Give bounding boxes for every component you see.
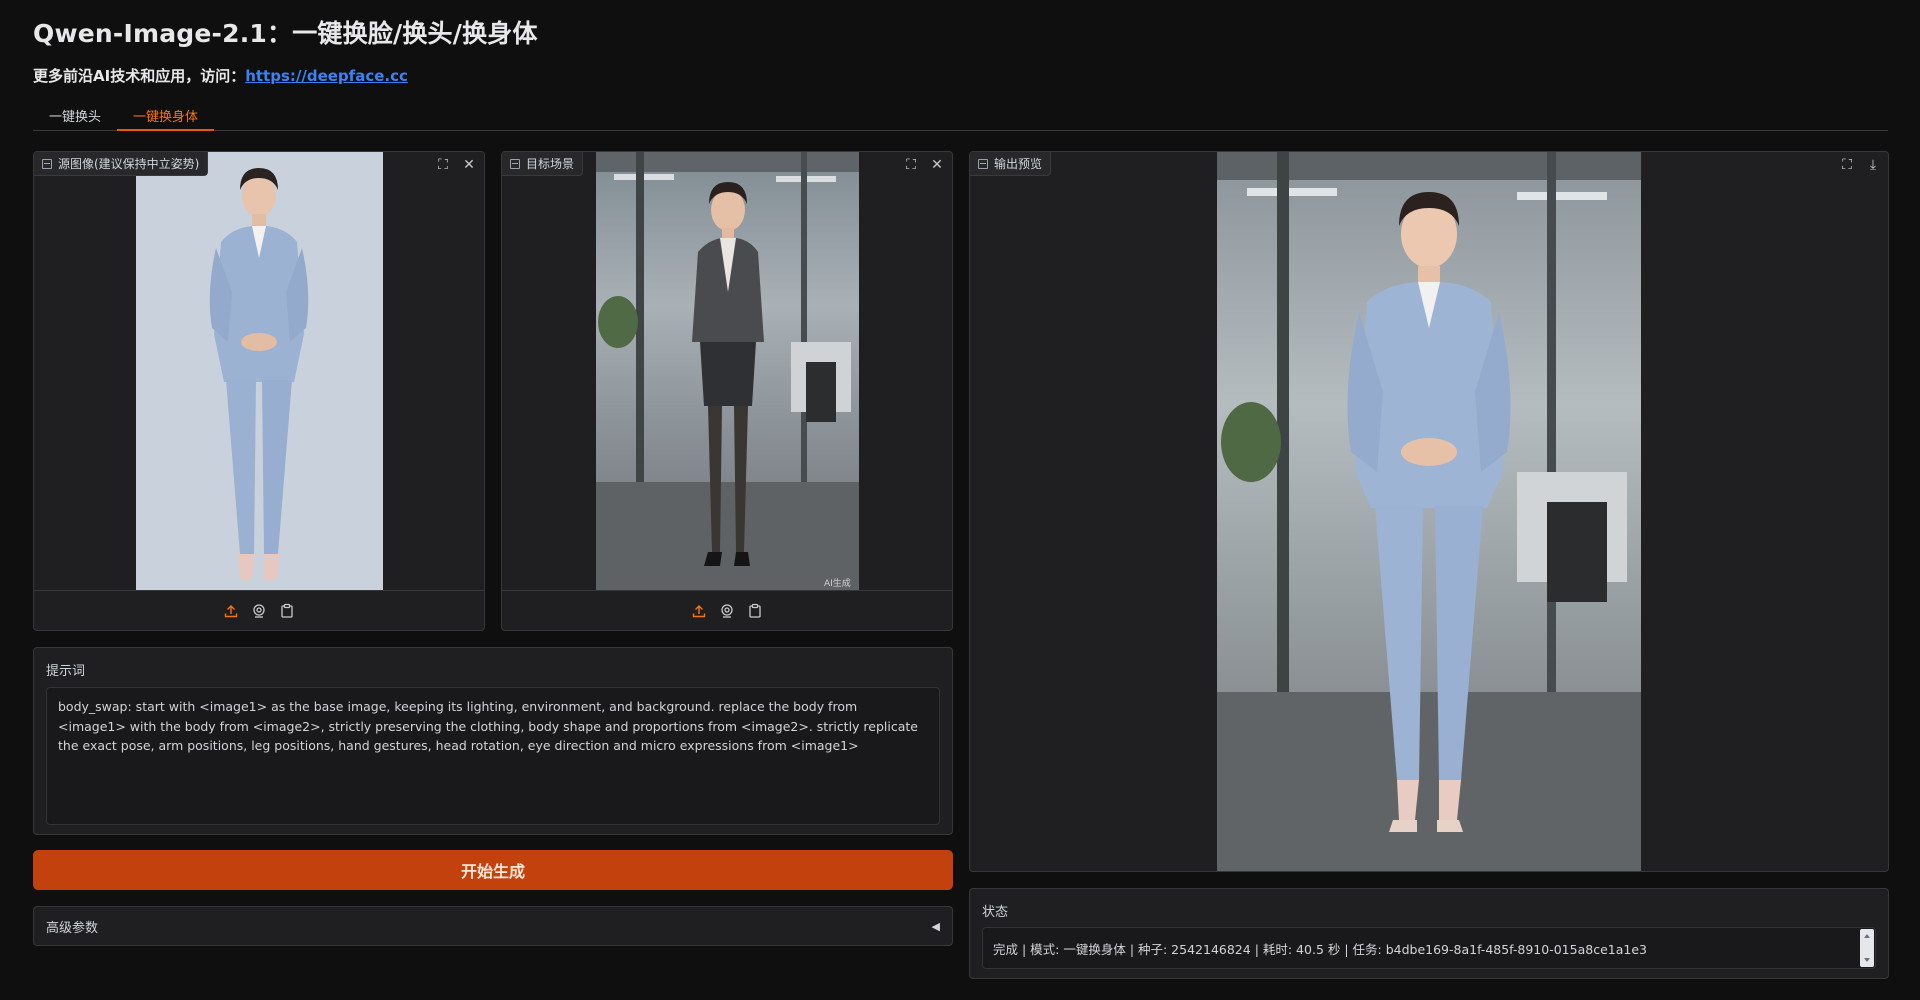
- upload-icon[interactable]: [223, 603, 239, 619]
- source-panel-actions: ⛶ ✕: [434, 156, 478, 174]
- status-box: 状态 完成 | 模式: 一键换身体 | 种子: 2542146824 | 耗时:…: [969, 888, 1889, 979]
- clipboard-icon[interactable]: [279, 603, 295, 619]
- target-watermark: AI生成: [824, 577, 851, 589]
- webcam-icon[interactable]: [719, 603, 735, 619]
- source-photo: [136, 152, 383, 591]
- target-photo: AI生成: [596, 152, 859, 591]
- prompt-label: 提示词: [46, 664, 86, 679]
- output-photo: [1217, 152, 1641, 871]
- target-panel-footer: [502, 590, 952, 630]
- upload-icon[interactable]: [691, 603, 707, 619]
- output-image-area: [970, 152, 1888, 871]
- target-scene-label-text: 目标场景: [526, 157, 575, 171]
- tab-head-swap[interactable]: 一键换头: [33, 100, 117, 131]
- target-panel-actions: ⛶ ✕: [902, 156, 946, 174]
- download-icon[interactable]: ⤓: [1864, 156, 1882, 174]
- page-title: Qwen-Image-2.1：一键换脸/换头/换身体: [33, 19, 538, 48]
- status-scrollbar[interactable]: [1860, 929, 1874, 967]
- status-label: 状态: [982, 905, 1009, 920]
- target-scene-label: 目标场景: [502, 152, 584, 176]
- tab-body-swap[interactable]: 一键换身体: [117, 100, 215, 131]
- prompt-textarea[interactable]: body_swap: start with <image1> as the ba…: [46, 687, 940, 825]
- close-icon[interactable]: ✕: [460, 156, 478, 174]
- source-panel-footer: [34, 590, 484, 630]
- image-icon: [42, 158, 52, 169]
- fullscreen-icon[interactable]: ⛶: [902, 156, 920, 174]
- target-scene-panel: 目标场景 ⛶ ✕ AI生成: [501, 151, 953, 631]
- generate-button[interactable]: 开始生成: [33, 850, 953, 890]
- status-text: 完成 | 模式: 一键换身体 | 种子: 2542146824 | 耗时: 40…: [993, 941, 1647, 957]
- prompt-box: 提示词 body_swap: start with <image1> as th…: [33, 647, 953, 835]
- clipboard-icon[interactable]: [747, 603, 763, 619]
- source-image-label: 源图像(建议保持中立姿势): [34, 152, 209, 176]
- output-preview-panel: 输出预览 ⛶ ⤓: [969, 151, 1889, 872]
- target-image-area[interactable]: AI生成: [502, 152, 952, 591]
- advanced-params-accordion[interactable]: 高级参数 ◀: [33, 906, 953, 946]
- status-field[interactable]: 完成 | 模式: 一键换身体 | 种子: 2542146824 | 耗时: 40…: [982, 927, 1876, 969]
- page-subtitle: 更多前沿AI技术和应用，访问：https://deepface.cc: [33, 65, 408, 86]
- close-icon[interactable]: ✕: [928, 156, 946, 174]
- output-preview-label-text: 输出预览: [994, 157, 1043, 171]
- fullscreen-icon[interactable]: ⛶: [434, 156, 452, 174]
- fullscreen-icon[interactable]: ⛶: [1838, 156, 1856, 174]
- tab-bar: 一键换头 一键换身体: [33, 100, 1888, 131]
- subtitle-text: 更多前沿AI技术和应用，访问：: [33, 67, 246, 85]
- webcam-icon[interactable]: [251, 603, 267, 619]
- source-image-area[interactable]: [34, 152, 484, 591]
- source-image-label-text: 源图像(建议保持中立姿势): [58, 157, 200, 171]
- output-preview-label: 输出预览: [970, 152, 1052, 176]
- image-icon: [510, 158, 520, 169]
- triangle-left-icon: ◀: [931, 919, 940, 933]
- advanced-params-label: 高级参数: [46, 920, 99, 936]
- source-image-panel: 源图像(建议保持中立姿势) ⛶ ✕: [33, 151, 485, 631]
- image-icon: [978, 158, 988, 169]
- output-panel-actions: ⛶ ⤓: [1838, 156, 1882, 174]
- deepface-link[interactable]: https://deepface.cc: [245, 67, 408, 85]
